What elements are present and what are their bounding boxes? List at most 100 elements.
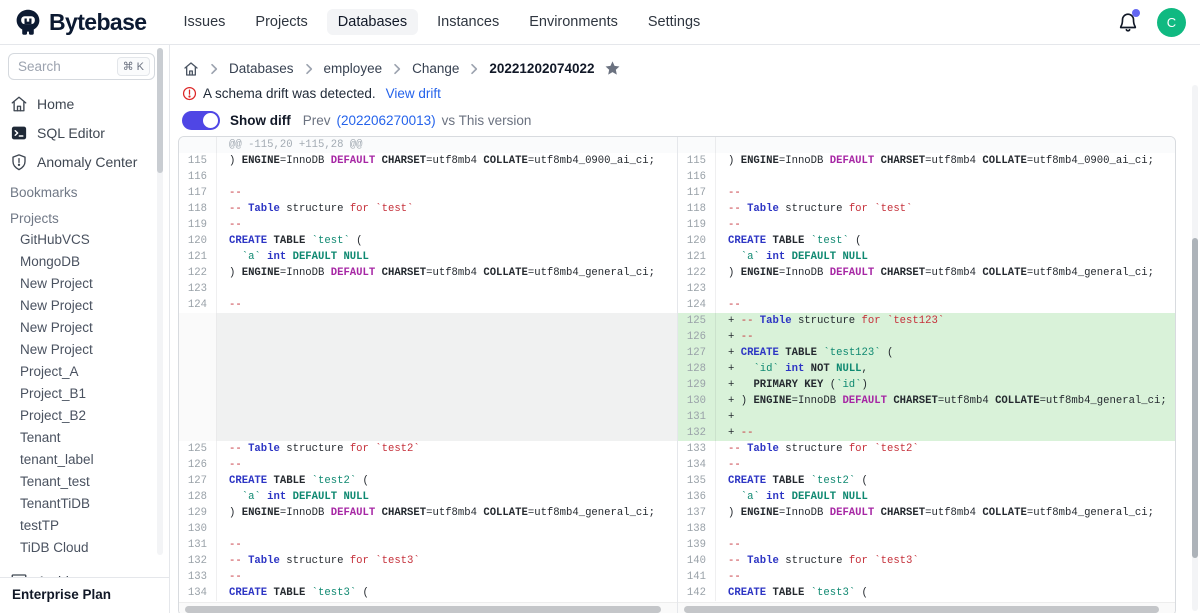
line-number: 137 xyxy=(678,505,716,521)
prev-version-link[interactable]: (202206270013) xyxy=(337,113,436,128)
diff-line: 133-- Table structure for `test2` xyxy=(678,441,1175,457)
code-text: -- xyxy=(217,297,677,313)
line-number xyxy=(179,377,217,393)
shield-icon xyxy=(10,153,28,171)
line-number: 119 xyxy=(179,217,217,233)
right-scrollbar-thumb[interactable] xyxy=(684,606,1159,613)
project-item-tenant-label[interactable]: tenant_label xyxy=(0,449,169,471)
nav-item-issues[interactable]: Issues xyxy=(172,9,236,35)
line-number: 127 xyxy=(678,345,716,361)
main-nav: Issues Projects Databases Instances Environm… xyxy=(172,9,711,35)
chevron-right-icon xyxy=(206,61,222,77)
sidebar-item-sql-editor[interactable]: SQL Editor xyxy=(0,119,169,147)
project-item-project-b1[interactable]: Project_B1 xyxy=(0,383,169,405)
project-item-project-a[interactable]: Project_A xyxy=(0,361,169,383)
diff-line: 121 `a` int DEFAULT NULL xyxy=(678,249,1175,265)
nav-item-projects[interactable]: Projects xyxy=(244,9,318,35)
project-item-testtp[interactable]: testTP xyxy=(0,515,169,537)
diff-line: 132-- Table structure for `test3` xyxy=(179,553,677,569)
code-text: -- xyxy=(217,457,677,473)
nav-item-databases[interactable]: Databases xyxy=(327,9,418,35)
line-number: 128 xyxy=(678,361,716,377)
bookmark-star-button[interactable] xyxy=(604,60,621,77)
nav-item-settings[interactable]: Settings xyxy=(637,9,711,35)
code-text xyxy=(716,169,1175,185)
diff-line: 131+ xyxy=(678,409,1175,425)
page-scrollbar-thumb[interactable] xyxy=(1192,238,1198,558)
diff-line: 126-- xyxy=(179,457,677,473)
diff-line: 142CREATE TABLE `test3` ( xyxy=(678,585,1175,601)
diff-line xyxy=(179,425,677,441)
breadcrumb-item-change[interactable]: Change xyxy=(412,61,459,76)
left-horizontal-scrollbar[interactable] xyxy=(179,602,677,613)
user-avatar[interactable]: C xyxy=(1157,8,1186,37)
diff-line: 129+ PRIMARY KEY (`id`) xyxy=(678,377,1175,393)
home-icon[interactable] xyxy=(183,61,199,77)
project-item-mongodb[interactable]: MongoDB xyxy=(0,251,169,273)
code-text: -- xyxy=(217,217,677,233)
diff-line: 127CREATE TABLE `test2` ( xyxy=(179,473,677,489)
code-text: CREATE TABLE `test` ( xyxy=(217,233,677,249)
sidebar-item-label: Home xyxy=(37,96,74,112)
line-number xyxy=(678,137,716,153)
diff-line xyxy=(179,377,677,393)
brand[interactable]: Bytebase xyxy=(14,8,146,36)
line-number: 129 xyxy=(678,377,716,393)
project-item-new-project[interactable]: New Project xyxy=(0,273,169,295)
schema-drift-banner: A schema drift was detected. View drift xyxy=(170,77,1200,101)
project-item-githubvcs[interactable]: GitHubVCS xyxy=(0,229,169,251)
code-text xyxy=(217,345,677,361)
nav-item-instances[interactable]: Instances xyxy=(426,9,510,35)
left-scrollbar-thumb[interactable] xyxy=(185,606,661,613)
project-item-new-project[interactable]: New Project xyxy=(0,317,169,339)
show-diff-toggle[interactable] xyxy=(182,111,220,130)
diff-line: 116 xyxy=(678,169,1175,185)
breadcrumb-item-employee[interactable]: employee xyxy=(324,61,383,76)
line-number xyxy=(179,393,217,409)
diff-toolbar: Show diff Prev (202206270013) vs This ve… xyxy=(170,101,1200,130)
diff-pane-left: @@ -115,20 +115,28 @@115) ENGINE=InnoDB … xyxy=(179,137,677,613)
diff-line: 122) ENGINE=InnoDB DEFAULT CHARSET=utf8m… xyxy=(678,265,1175,281)
project-item-tenant[interactable]: Tenant xyxy=(0,427,169,449)
project-item-tenanttidb[interactable]: TenantTiDB xyxy=(0,493,169,515)
diff-line: 122) ENGINE=InnoDB DEFAULT CHARSET=utf8m… xyxy=(179,265,677,281)
line-number: 130 xyxy=(678,393,716,409)
project-item-new-project[interactable]: New Project xyxy=(0,295,169,317)
project-item-tidb-cloud[interactable]: TiDB Cloud xyxy=(0,537,169,559)
notification-bell-button[interactable] xyxy=(1117,11,1139,33)
diff-line xyxy=(179,393,677,409)
sidebar-item-home[interactable]: Home xyxy=(0,90,169,118)
sidebar-item-anomaly-center[interactable]: Anomaly Center xyxy=(0,148,169,176)
code-text: `a` int DEFAULT NULL xyxy=(716,489,1175,505)
code-text: -- xyxy=(716,185,1175,201)
diff-line xyxy=(179,329,677,345)
right-horizontal-scrollbar[interactable] xyxy=(678,602,1175,613)
diff-line xyxy=(179,409,677,425)
star-icon xyxy=(604,60,621,77)
breadcrumb-item-20221202074022[interactable]: 20221202074022 xyxy=(489,61,594,76)
view-drift-link[interactable]: View drift xyxy=(386,86,441,101)
code-text xyxy=(217,361,677,377)
code-text: -- xyxy=(217,537,677,553)
breadcrumb-item-databases[interactable]: Databases xyxy=(229,61,294,76)
sidebar-scrollbar[interactable] xyxy=(157,48,163,555)
page-scrollbar[interactable] xyxy=(1192,85,1198,611)
line-number: 122 xyxy=(678,265,716,281)
code-text: CREATE TABLE `test` ( xyxy=(716,233,1175,249)
diff-line: 135CREATE TABLE `test2` ( xyxy=(678,473,1175,489)
project-item-tenant-test[interactable]: Tenant_test xyxy=(0,471,169,493)
project-item-project-b2[interactable]: Project_B2 xyxy=(0,405,169,427)
code-text: + -- Table structure for `test123` xyxy=(716,313,1175,329)
search-input[interactable]: Search ⌘ K xyxy=(8,53,155,80)
diff-line: 132+ -- xyxy=(678,425,1175,441)
nav-item-environments[interactable]: Environments xyxy=(518,9,629,35)
line-number: 132 xyxy=(678,425,716,441)
line-number xyxy=(179,345,217,361)
sidebar-scrollbar-thumb[interactable] xyxy=(157,48,163,173)
diff-line: 120CREATE TABLE `test` ( xyxy=(678,233,1175,249)
project-item-new-project[interactable]: New Project xyxy=(0,339,169,361)
line-number: 118 xyxy=(179,201,217,217)
line-number: 139 xyxy=(678,537,716,553)
line-number: 134 xyxy=(179,585,217,601)
line-number: 116 xyxy=(179,169,217,185)
